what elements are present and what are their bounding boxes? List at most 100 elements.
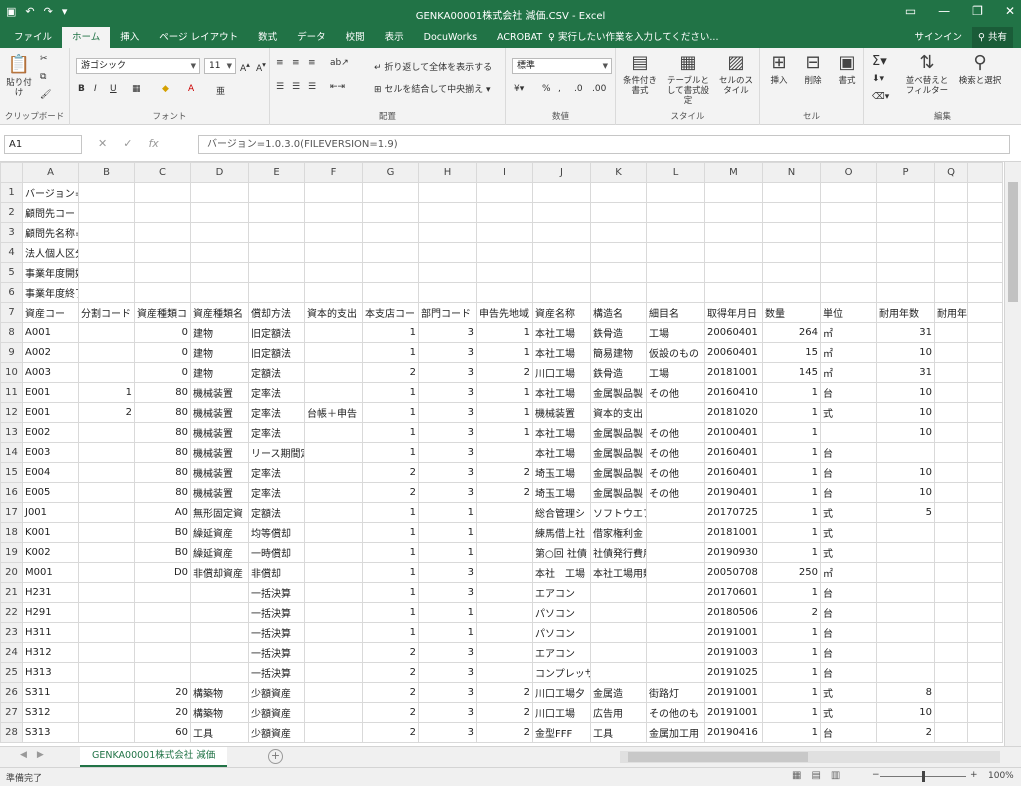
cell[interactable]: [78, 542, 135, 563]
cell[interactable]: [934, 362, 968, 383]
cell[interactable]: [934, 342, 968, 363]
cell[interactable]: 資産コー: [22, 302, 79, 323]
cell[interactable]: [967, 382, 1003, 403]
cell[interactable]: 10: [876, 382, 935, 403]
cell[interactable]: [967, 222, 1003, 243]
row-header[interactable]: 17: [0, 502, 23, 523]
number-format-combo[interactable]: 標準 ▼: [512, 58, 612, 74]
cell[interactable]: [532, 242, 591, 263]
column-header[interactable]: P: [876, 162, 935, 183]
cell[interactable]: 3: [418, 722, 477, 743]
cell[interactable]: ㎡: [820, 342, 877, 363]
cell[interactable]: [876, 622, 935, 643]
align-center-icon[interactable]: ☰: [292, 82, 300, 92]
cell[interactable]: 定額法: [248, 502, 305, 523]
cell[interactable]: [78, 622, 135, 643]
cell[interactable]: 資本的支出: [304, 302, 363, 323]
cell[interactable]: 資本的支出: [590, 402, 647, 423]
cell[interactable]: 少額資産: [248, 722, 305, 743]
cell[interactable]: [876, 542, 935, 563]
row-header[interactable]: 11: [0, 382, 23, 403]
align-bottom-icon[interactable]: ≡: [308, 58, 316, 68]
cell[interactable]: 0: [134, 322, 191, 343]
cell[interactable]: [362, 202, 419, 223]
cell[interactable]: [476, 622, 533, 643]
cell[interactable]: 埼玉工場: [532, 482, 591, 503]
cell[interactable]: [476, 262, 533, 283]
cell[interactable]: 2: [362, 642, 419, 663]
cell[interactable]: 1: [762, 722, 821, 743]
column-header[interactable]: D: [190, 162, 249, 183]
cell[interactable]: [304, 722, 363, 743]
align-middle-icon[interactable]: ≡: [292, 58, 300, 68]
row-header[interactable]: 18: [0, 522, 23, 543]
cell[interactable]: 本社 工場: [532, 562, 591, 583]
cell[interactable]: 台帳＋申告: [304, 402, 363, 423]
cell[interactable]: [362, 262, 419, 283]
cell[interactable]: 1: [418, 522, 477, 543]
cell[interactable]: [646, 602, 705, 623]
cell[interactable]: 60: [134, 722, 191, 743]
format-painter-icon[interactable]: 🖌: [40, 90, 51, 100]
cell[interactable]: 法人個人区分=法人: [22, 242, 79, 263]
cell[interactable]: E004: [22, 462, 79, 483]
row-header[interactable]: 14: [0, 442, 23, 463]
cell[interactable]: 3: [418, 442, 477, 463]
cell[interactable]: H231: [22, 582, 79, 603]
cell[interactable]: [590, 262, 647, 283]
cell[interactable]: 2: [362, 362, 419, 383]
cell[interactable]: 機械装置: [190, 462, 249, 483]
cell[interactable]: 式: [820, 702, 877, 723]
cell[interactable]: 1: [418, 622, 477, 643]
cell[interactable]: [876, 662, 935, 683]
cell[interactable]: [820, 202, 877, 223]
cell[interactable]: 2: [362, 682, 419, 703]
cell[interactable]: [532, 282, 591, 303]
cell[interactable]: [590, 242, 647, 263]
cell[interactable]: [967, 462, 1003, 483]
cell[interactable]: 細目名: [646, 302, 705, 323]
grow-font-icon[interactable]: A▴: [240, 60, 250, 74]
cell[interactable]: 機械装置: [190, 482, 249, 503]
cell[interactable]: 機械装置: [532, 402, 591, 423]
vertical-scrollbar[interactable]: [1004, 162, 1021, 746]
row-header[interactable]: 4: [0, 242, 23, 263]
row-header[interactable]: 2: [0, 202, 23, 223]
indent-icon[interactable]: ⇤⇥: [330, 82, 345, 92]
cell[interactable]: 3: [418, 642, 477, 663]
cell[interactable]: 金属加工用: [646, 722, 705, 743]
cell[interactable]: [78, 562, 135, 583]
cell[interactable]: パソコン: [532, 602, 591, 623]
cell[interactable]: [304, 242, 363, 263]
cell[interactable]: 10: [876, 702, 935, 723]
cell[interactable]: 1: [762, 502, 821, 523]
cell[interactable]: [762, 242, 821, 263]
cell[interactable]: [190, 242, 249, 263]
cell[interactable]: [967, 522, 1003, 543]
cell[interactable]: [967, 622, 1003, 643]
cell[interactable]: 2: [476, 682, 533, 703]
cell[interactable]: [646, 642, 705, 663]
cell[interactable]: [934, 462, 968, 483]
cell[interactable]: エアコン: [532, 642, 591, 663]
cell[interactable]: H291: [22, 602, 79, 623]
shrink-font-icon[interactable]: A▾: [256, 60, 266, 74]
cell[interactable]: [476, 542, 533, 563]
cell[interactable]: 3: [418, 482, 477, 503]
cell[interactable]: 2: [78, 402, 135, 423]
ribbon-tab[interactable]: 数式: [248, 27, 287, 48]
cell[interactable]: [304, 622, 363, 643]
cell[interactable]: 借家権利金: [590, 522, 647, 543]
close-icon[interactable]: ✕: [1005, 4, 1015, 18]
function-icon[interactable]: fx: [148, 137, 158, 150]
cell[interactable]: [590, 662, 647, 683]
cell[interactable]: [646, 582, 705, 603]
cell[interactable]: E002: [22, 422, 79, 443]
cell[interactable]: 申告先地域: [476, 302, 533, 323]
cell[interactable]: [78, 422, 135, 443]
cell[interactable]: 8: [876, 682, 935, 703]
cell[interactable]: 定率法: [248, 402, 305, 423]
ribbon-display-icon[interactable]: ▭: [905, 4, 916, 18]
cell[interactable]: [362, 182, 419, 203]
cell[interactable]: 20050708: [704, 562, 763, 583]
